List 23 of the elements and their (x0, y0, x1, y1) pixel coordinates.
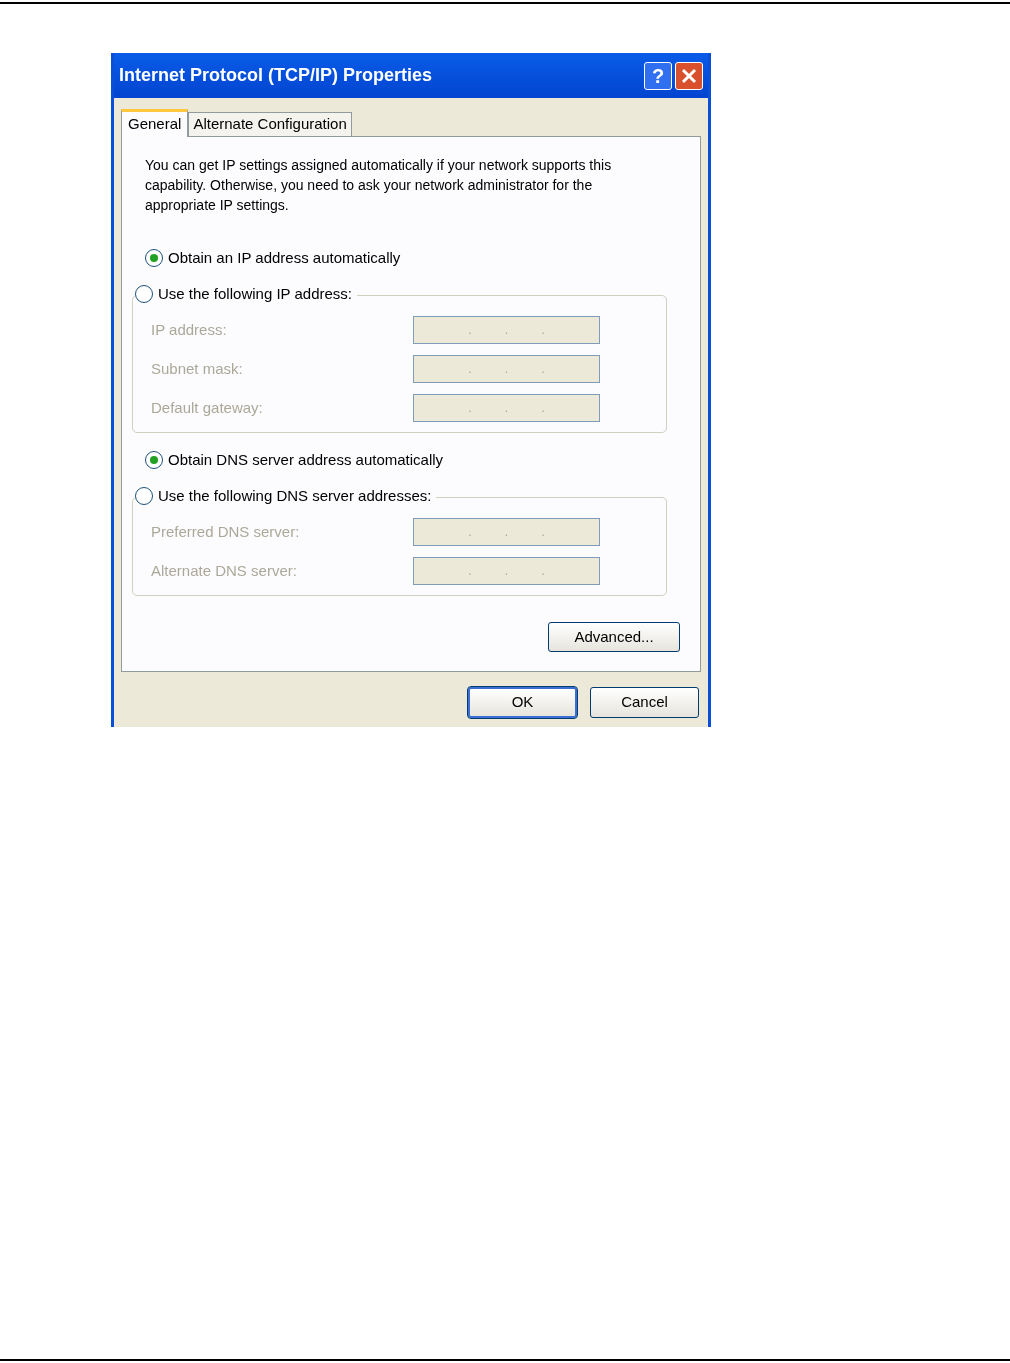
radio-option[interactable]: Obtain an IP address automatically (145, 247, 401, 270)
field-label: Alternate DNS server: (151, 560, 298, 581)
field-label: IP address: (151, 319, 228, 340)
help-button[interactable]: ? (644, 61, 672, 90)
tab[interactable]: Alternate Configuration (188, 112, 352, 136)
radio-option[interactable]: Use the following DNS server addresses: (135, 484, 437, 507)
radio-button[interactable] (145, 249, 163, 268)
field-label: Preferred DNS server: (151, 521, 301, 542)
radio-button[interactable] (135, 486, 153, 505)
ok-button[interactable]: OK (468, 687, 577, 718)
radio-button[interactable] (135, 284, 153, 303)
radio-button[interactable] (145, 451, 163, 470)
close-icon (681, 67, 697, 84)
radio-option[interactable]: Use the following IP address: (135, 282, 357, 305)
advanced-button[interactable]: Advanced... (548, 622, 680, 652)
cancel-button[interactable]: Cancel (590, 687, 699, 718)
tab[interactable]: General (121, 109, 189, 137)
description-text: You can get IP settings assigned automatically if your network supports this capability. Otherwise, you need to ask your network administrator for the appropriate IP settings. (145, 156, 613, 215)
window-title: Internet Protocol (TCP/IP) Properties (119, 64, 434, 87)
radio-option[interactable]: Obtain DNS server address automatically (145, 449, 444, 472)
close-button[interactable] (675, 61, 703, 90)
field-label: Subnet mask: (151, 358, 244, 379)
field-label: Default gateway: (151, 397, 264, 418)
